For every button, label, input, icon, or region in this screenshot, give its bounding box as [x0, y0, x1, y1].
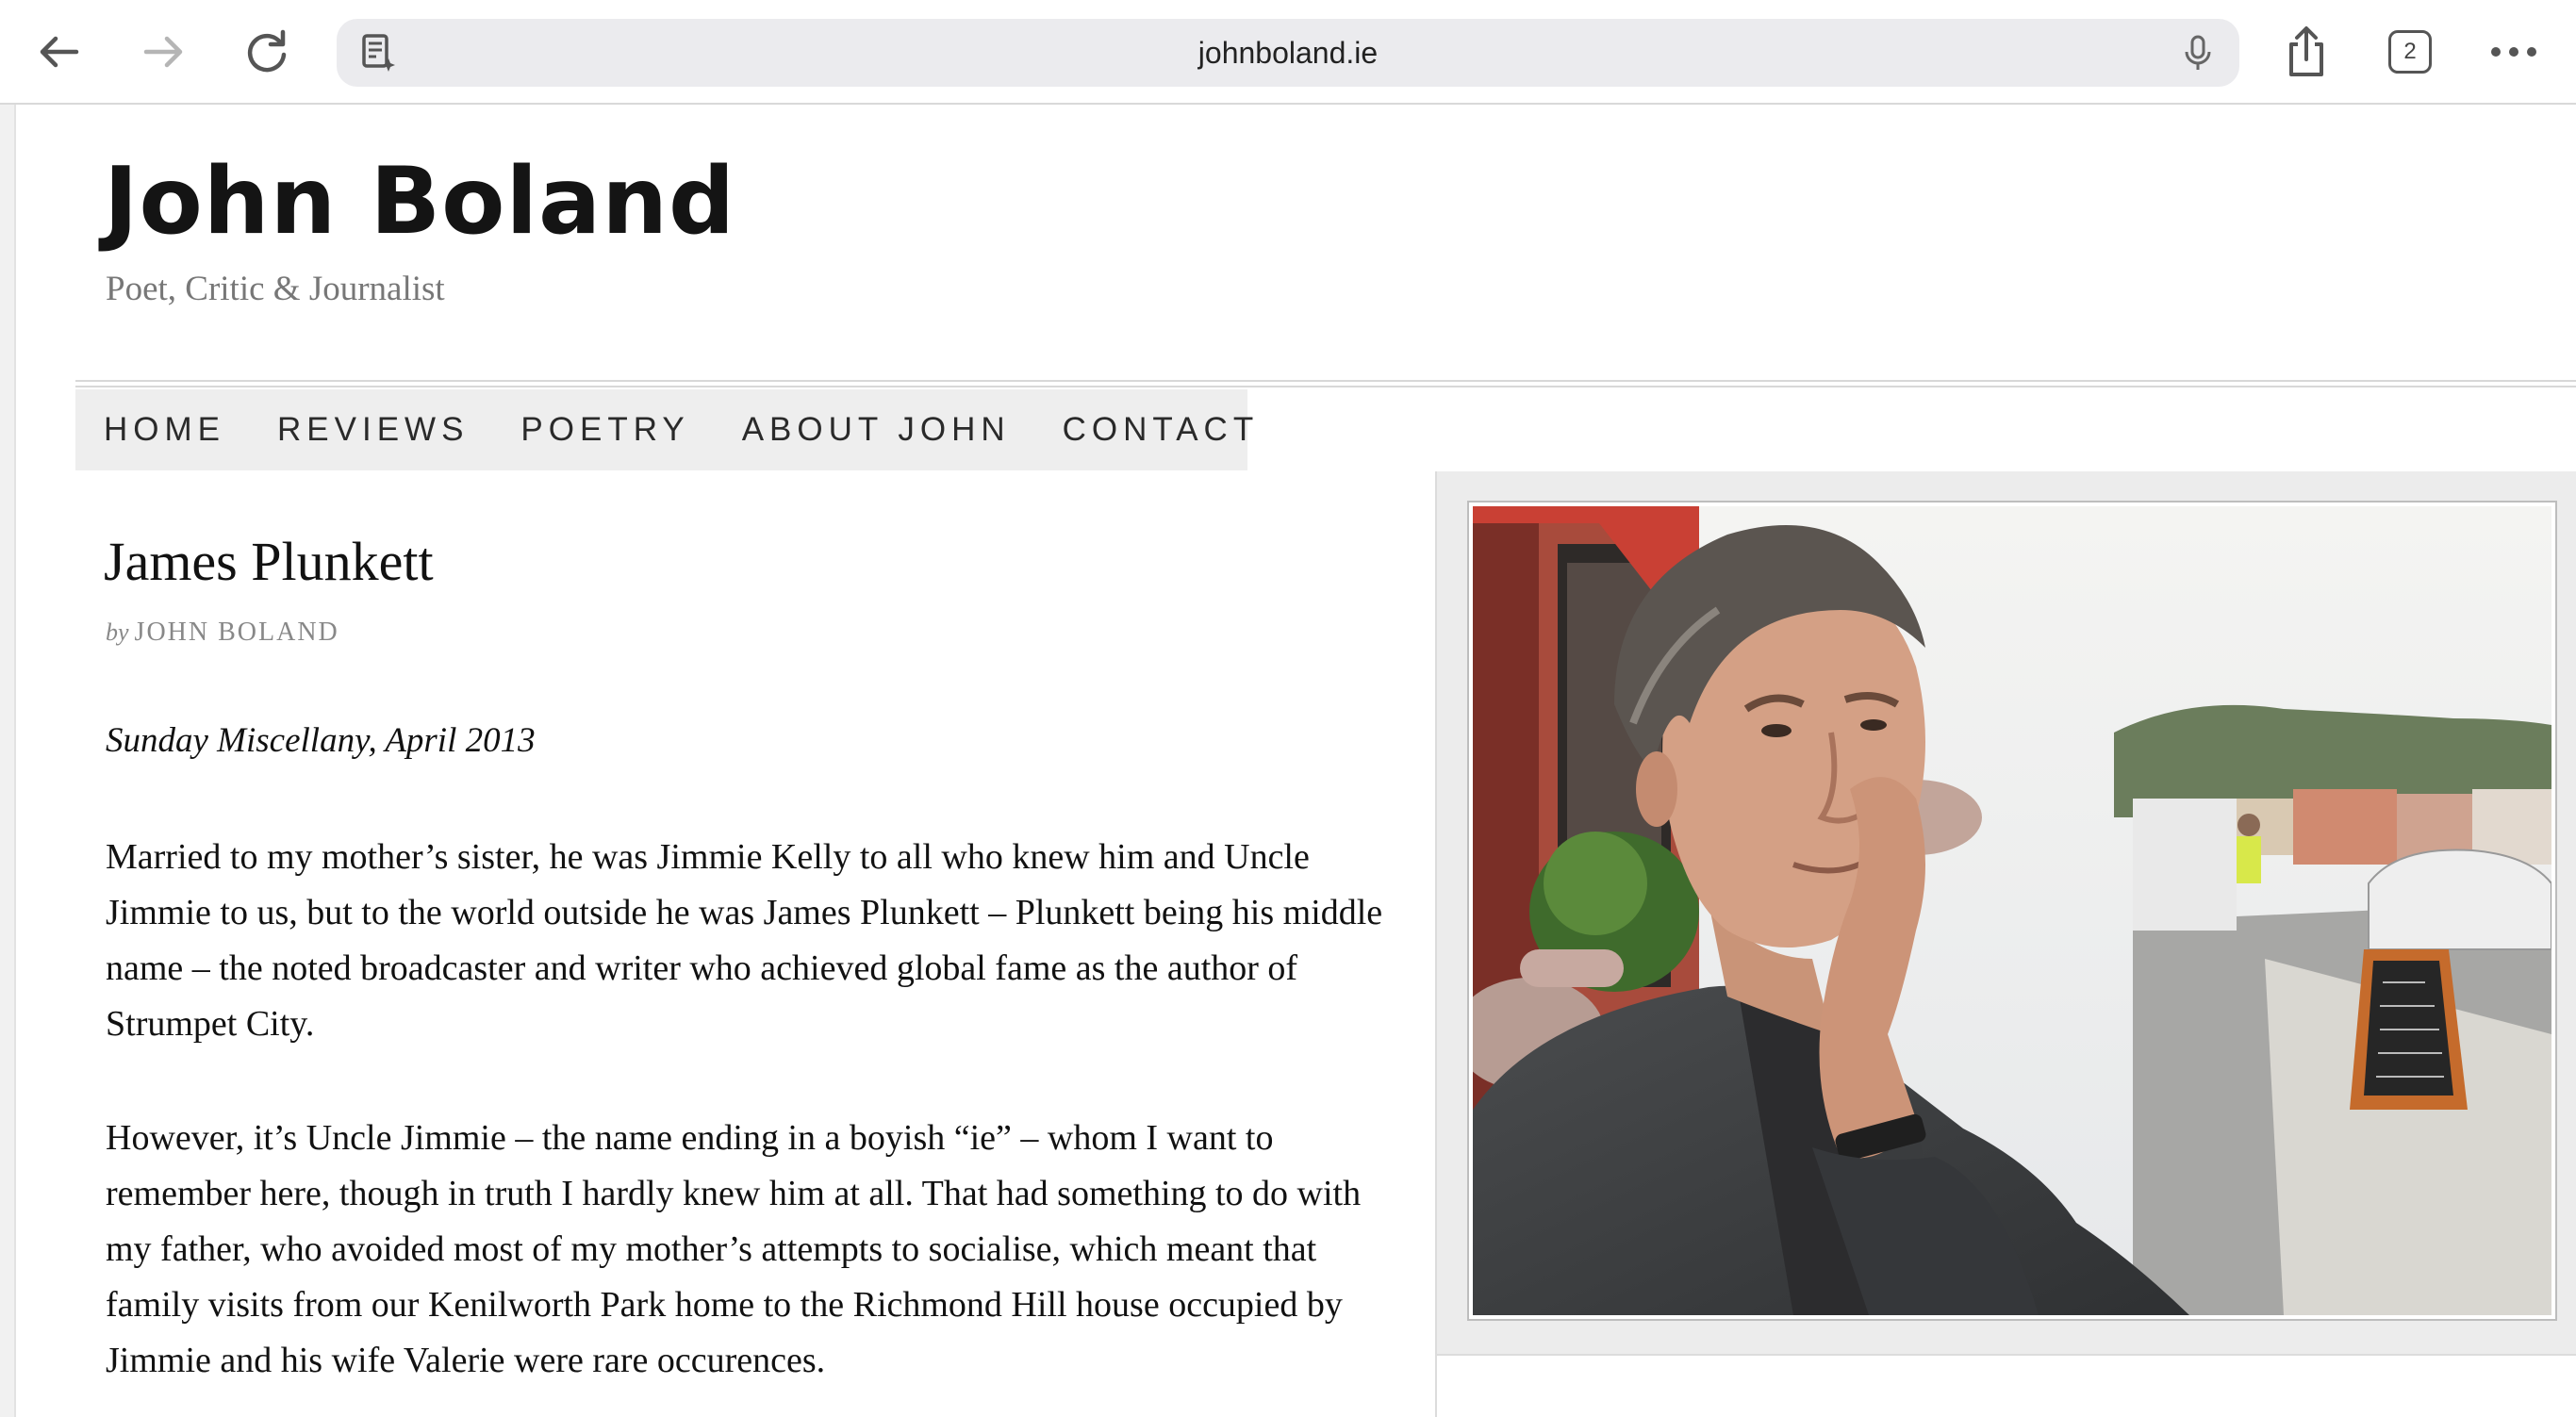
article-paragraph: However, it’s Uncle Jimmie – the name en…	[106, 1118, 1362, 1380]
microphone-icon[interactable]	[2177, 32, 2219, 74]
more-options-icon	[2491, 47, 2536, 57]
nav-item-reviews[interactable]: REVIEWS	[277, 411, 469, 449]
forward-arrow-icon	[143, 36, 183, 68]
share-icon	[2289, 26, 2323, 76]
nav-item-about-john[interactable]: ABOUT JOHN	[742, 411, 1011, 449]
site-tagline: Poet, Critic & Journalist	[106, 270, 445, 308]
forward-button[interactable]	[130, 19, 196, 85]
byline-author-link[interactable]: JOHN BOLAND	[135, 618, 339, 647]
nav-item-poetry[interactable]: POETRY	[520, 411, 689, 449]
site-title[interactable]: John Boland	[104, 156, 735, 248]
address-bar[interactable]: johnboland.ie	[337, 19, 2239, 87]
byline-prefix: by	[106, 618, 129, 646]
nav-divider	[75, 380, 2576, 387]
portrait-photo	[1467, 501, 2557, 1321]
article-paragraph: Married to my mother’s sister, he was Ji…	[106, 837, 1383, 1044]
nav-item-contact[interactable]: CONTACT	[1063, 411, 1260, 449]
url-text[interactable]: johnboland.ie	[337, 19, 2239, 87]
tabs-button[interactable]: 2	[2377, 19, 2443, 85]
page-left-edge	[0, 105, 16, 1417]
back-button[interactable]	[26, 19, 92, 85]
nav-item-home[interactable]: HOME	[104, 411, 225, 449]
reload-button[interactable]	[234, 19, 300, 85]
main-navigation: HOME REVIEWS POETRY ABOUT JOHN CONTACT	[75, 389, 1253, 470]
article-byline: by JOHN BOLAND	[106, 618, 339, 648]
back-arrow-icon	[40, 36, 79, 68]
tab-count-badge: 2	[2388, 30, 2432, 74]
article-source: Sunday Miscellany, April 2013	[106, 721, 536, 760]
sidebar-panel-lower	[1435, 1354, 2576, 1417]
more-menu-button[interactable]	[2481, 19, 2547, 85]
reload-icon	[247, 29, 287, 73]
share-button[interactable]	[2273, 19, 2339, 85]
portrait-illustration	[1473, 506, 2551, 1315]
browser-toolbar: johnboland.ie 2	[0, 0, 2576, 105]
article-title: James Plunkett	[104, 531, 434, 592]
